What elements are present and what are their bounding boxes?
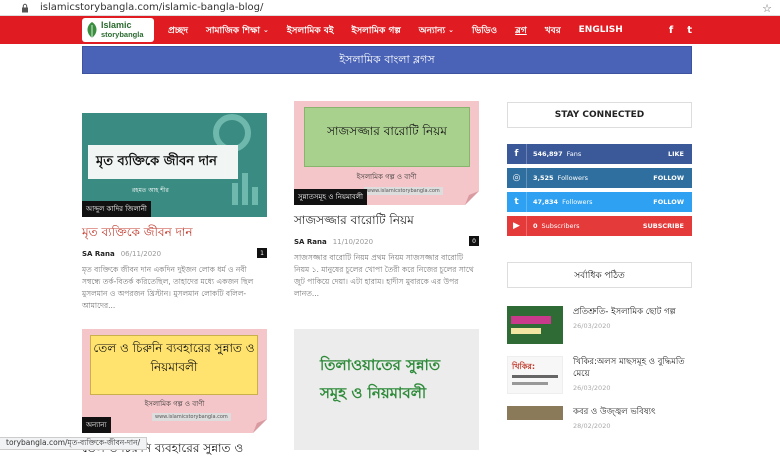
nav-item-video[interactable]: ভিডিও xyxy=(472,23,497,38)
nav-item-others[interactable]: অন্যান্য ⌄ xyxy=(419,23,454,38)
thumbnail-title: সাজসজ্জার বারোটি নিয়ম xyxy=(327,124,447,138)
sidebar: STAY CONNECTED f 546,897 Fans LIKE ◎ 3,5… xyxy=(507,102,692,430)
chevron-down-icon: ⌄ xyxy=(448,26,455,34)
facebook-icon[interactable]: f xyxy=(669,25,673,36)
thumbnail-url: www.islamicstorybangla.com xyxy=(364,187,443,195)
page-curl-decoration xyxy=(253,419,267,433)
thumbnail-title: তেল ও চিরুনি ব্যবহারের সুন্নাত ও নিয়মাব… xyxy=(93,341,255,374)
comment-count[interactable]: 1 xyxy=(257,248,267,258)
logo-text-line1: Islamic xyxy=(101,20,132,30)
post-thumbnail[interactable]: মৃত ব্যক্তিকে জীবন দান রহমত আহ শীর আব্দু… xyxy=(82,113,267,217)
post-thumbnail[interactable]: তিলাওয়াতের সুন্নাত সমূহ ও নিয়মাবলী xyxy=(294,329,479,450)
nav-item-english[interactable]: ENGLISH xyxy=(579,25,623,35)
popular-title[interactable]: খিকির:অলস মাছসমূহ ও বুদ্ধিমতি মেয়ে xyxy=(573,356,692,380)
post-meta: SA Rana 06/11/2020 1 xyxy=(82,248,267,258)
post-card: সাজসজ্জার বারোটি নিয়ম ইসলামিক গল্প ও বা… xyxy=(294,101,479,300)
youtube-icon: ▶ xyxy=(507,216,527,236)
popular-thumbnail[interactable] xyxy=(507,306,563,344)
popular-date: 26/03/2020 xyxy=(573,322,611,330)
nav-item-news[interactable]: খবর xyxy=(545,23,561,38)
logo-text-line2: storybangla xyxy=(101,30,144,39)
category-badge[interactable]: সুন্নাতসমূহ ও নিয়মাবলী xyxy=(294,189,368,205)
popular-date: 26/03/2020 xyxy=(573,384,611,392)
thumbnail-title: তিলাওয়াতের সুন্নাত সমূহ ও নিয়মাবলী xyxy=(320,356,441,402)
post-excerpt: সাজসজ্জার বারোটি নিয়ম প্রথম নিয়ম সাজসজ… xyxy=(294,253,474,298)
popular-thumbnail[interactable]: খিকির: xyxy=(507,356,563,394)
popular-date: 28/02/2020 xyxy=(573,422,611,430)
post-date: 11/10/2020 xyxy=(332,238,374,246)
comment-count[interactable]: 0 xyxy=(469,236,479,246)
twitter-counter[interactable]: t 47,834 Followers FOLLOW xyxy=(507,192,692,212)
stay-connected-heading: STAY CONNECTED xyxy=(507,102,692,128)
nav-item-blog[interactable]: ব্লগ xyxy=(515,23,527,38)
bookmark-star-icon[interactable]: ☆ xyxy=(762,2,772,15)
nav-item-islamic-stories[interactable]: ইসলামিক গল্প xyxy=(352,23,401,38)
page-curl-decoration xyxy=(465,191,479,205)
browser-status-bar: torybangla.com/মৃত-ব্যক্তিকে-জীবন-দান/ xyxy=(0,437,148,450)
nav-item-islamic-books[interactable]: ইসলামিক বই xyxy=(287,23,334,38)
leaf-logo-icon xyxy=(87,22,97,38)
thumbnail-url: www.islamicstorybangla.com xyxy=(152,413,231,421)
url-text: islamicstorybangla.com/islamic-bangla-bl… xyxy=(40,2,264,13)
follow-button[interactable]: FOLLOW xyxy=(653,198,684,206)
thumbnail-title: মৃত ব্যক্তিকে জীবন দান xyxy=(96,154,217,169)
facebook-icon: f xyxy=(507,144,527,164)
thumbnail-subtitle: ইসলামিক গল্প ও বাণী xyxy=(356,173,417,181)
nav-social: f t xyxy=(655,16,692,44)
thumbnail-line xyxy=(512,375,558,378)
thumbnail-subtitle: রহমত আহ শীর xyxy=(132,187,169,194)
like-button[interactable]: LIKE xyxy=(668,150,684,158)
post-thumbnail[interactable]: তেল ও চিরুনি ব্যবহারের সুন্নাত ও নিয়মাব… xyxy=(82,329,267,433)
post-thumbnail[interactable]: সাজসজ্জার বারোটি নিয়ম ইসলামিক গল্প ও বা… xyxy=(294,101,479,205)
main-navbar: Islamic storybangla প্রচ্ছদ সামাজিক শিক্… xyxy=(0,16,780,44)
chevron-down-icon: ⌄ xyxy=(263,26,269,34)
category-badge[interactable]: অন্যান্য xyxy=(82,417,111,433)
thumbnail-text: খিকির: xyxy=(512,362,536,371)
nav-menu: প্রচ্ছদ সামাজিক শিক্ষা ⌄ ইসলামিক বই ইসলাম… xyxy=(168,16,641,44)
subscribe-button[interactable]: SUBSCRIBE xyxy=(643,222,684,230)
twitter-icon[interactable]: t xyxy=(687,25,692,36)
popular-item[interactable]: খিকির: খিকির:অলস মাছসমূহ ও বুদ্ধিমতি মেয… xyxy=(507,356,692,394)
thumbnail-subtitle: ইসলামিক গল্প ও বাণী xyxy=(144,400,205,408)
popular-item[interactable]: কবর ও উজ্জ্বল ভবিষ্যৎ 28/02/2020 xyxy=(507,406,692,430)
popular-title[interactable]: কবর ও উজ্জ্বল ভবিষ্যৎ xyxy=(573,406,656,418)
post-author[interactable]: SA Rana xyxy=(294,238,327,246)
follow-button[interactable]: FOLLOW xyxy=(653,174,684,182)
thumbnail-line xyxy=(512,382,548,385)
post-title[interactable]: সাজসজ্জার বারোটি নিয়ম xyxy=(294,212,479,232)
popular-title[interactable]: প্রতিশ্রুতি- ইসলামিক ছোট গল্প xyxy=(573,306,676,318)
post-title[interactable]: মৃত ব্যক্তিকে জীবন দান xyxy=(82,224,267,244)
youtube-counter[interactable]: ▶ 0 Subscribers SUBSCRIBE xyxy=(507,216,692,236)
twitter-icon: t xyxy=(507,192,527,212)
lock-icon xyxy=(22,3,28,12)
popular-item[interactable]: প্রতিশ্রুতি- ইসলামিক ছোট গল্প 26/03/2020 xyxy=(507,306,692,344)
post-card: মৃত ব্যক্তিকে জীবন দান রহমত আহ শীর আব্দু… xyxy=(82,113,267,312)
instagram-icon: ◎ xyxy=(507,168,527,188)
post-excerpt: মৃত ব্যক্তিকে জীবন দান একদিন দুইজন লোক ধ… xyxy=(82,265,254,310)
post-author[interactable]: SA Rana xyxy=(82,250,115,258)
nav-item-social-education[interactable]: সামাজিক শিক্ষা ⌄ xyxy=(206,23,269,38)
most-read-heading: সর্বাধিক পঠিত xyxy=(507,262,692,288)
page-banner: ইসলামিক বাংলা ব্লগস xyxy=(82,46,692,74)
category-badge[interactable]: আব্দুল কাদির জিলানী xyxy=(82,201,151,217)
post-meta: SA Rana 11/10/2020 0 xyxy=(294,236,479,246)
nav-item-home[interactable]: প্রচ্ছদ xyxy=(168,23,188,38)
thumbnail-stripe xyxy=(511,328,541,334)
facebook-counter[interactable]: f 546,897 Fans LIKE xyxy=(507,144,692,164)
instagram-counter[interactable]: ◎ 3,525 Followers FOLLOW xyxy=(507,168,692,188)
site-logo[interactable]: Islamic storybangla xyxy=(82,18,154,42)
address-bar[interactable]: islamicstorybangla.com/islamic-bangla-bl… xyxy=(0,0,780,16)
post-date: 06/11/2020 xyxy=(120,250,162,258)
popular-thumbnail[interactable] xyxy=(507,406,563,420)
thumbnail-stripe xyxy=(511,316,551,324)
post-card: তিলাওয়াতের সুন্নাত সমূহ ও নিয়মাবলী xyxy=(294,329,479,450)
